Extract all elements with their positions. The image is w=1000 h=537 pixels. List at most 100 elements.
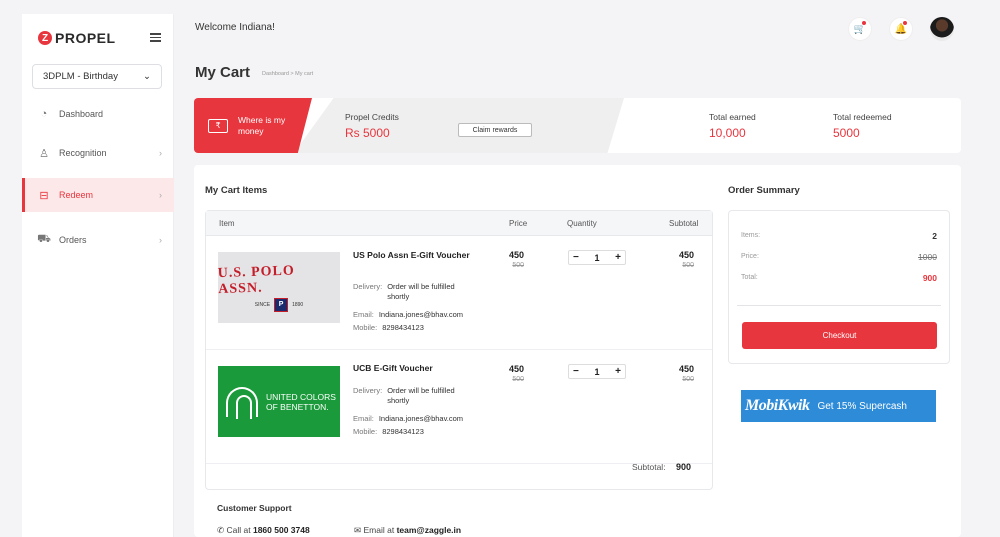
summary-price-label: Price: bbox=[741, 253, 759, 260]
phone-icon: ✆ bbox=[217, 525, 225, 535]
delivery-info: Delivery: Order will be fulfilled shortl… bbox=[353, 386, 467, 406]
order-summary-title: Order Summary bbox=[728, 185, 800, 196]
promo-text: Get 15% Supercash bbox=[817, 400, 907, 412]
email-value: Indiana.jones@bhav.com bbox=[378, 414, 464, 423]
total-redeemed-value: 5000 bbox=[833, 126, 860, 140]
propel-credits-label: Propel Credits bbox=[345, 112, 399, 122]
support-call[interactable]: ✆ Call at 1860 500 3748 bbox=[217, 525, 310, 536]
cart-items-title: My Cart Items bbox=[205, 185, 268, 196]
subtotal-value: 450 bbox=[678, 250, 694, 260]
total-earned-label: Total earned bbox=[709, 112, 756, 122]
customer-support-title: Customer Support bbox=[217, 503, 292, 513]
where-is-my-money-label: Where is my money bbox=[238, 114, 286, 136]
product-name[interactable]: US Polo Assn E-Gift Voucher bbox=[353, 250, 473, 261]
menu-collapse-icon[interactable] bbox=[150, 33, 161, 42]
checkout-button[interactable]: Checkout bbox=[742, 322, 937, 349]
email-info: Email: Indiana.jones@bhav.com bbox=[353, 414, 463, 423]
cart-table: Item Price Quantity Subtotal U.S. POLO A… bbox=[205, 210, 713, 490]
sidebar-item-label: Orders bbox=[59, 235, 87, 245]
page-title: My Cart bbox=[195, 64, 251, 81]
cart-panel: My Cart Items Order Summary Item Price Q… bbox=[194, 165, 961, 537]
original-price: 500 bbox=[512, 376, 524, 383]
subtotal-value: 450 bbox=[678, 364, 694, 374]
us-polo-since: SINCE bbox=[254, 301, 271, 308]
mobikwik-logo: MobiKwik bbox=[745, 397, 810, 414]
credits-bar: ₹ Where is my money Propel Credits Rs 50… bbox=[194, 98, 961, 153]
mobile-value: 8298434123 bbox=[382, 323, 424, 332]
decrement-button[interactable]: − bbox=[573, 366, 579, 377]
delivery-info: Delivery: Order will be fulfilled shortl… bbox=[353, 282, 467, 302]
us-polo-year: 1890 bbox=[292, 301, 304, 308]
breadcrumb[interactable]: Dashboard > My cart bbox=[262, 71, 313, 77]
money-icon: ₹ bbox=[208, 118, 228, 133]
order-summary: Items: 2 Price: 1000 Total: 900 Checkout bbox=[728, 210, 950, 364]
cart-button[interactable]: 🛒 bbox=[848, 17, 872, 41]
chevron-right-icon: › bbox=[159, 190, 162, 200]
us-polo-logo-text: U.S. POLO ASSN. bbox=[217, 262, 296, 297]
cart-subtotal-label: Subtotal: bbox=[632, 462, 666, 472]
where-is-my-money-button[interactable]: ₹ Where is my money bbox=[194, 98, 312, 153]
ucb-logo[interactable]: UNITED COLORS OF BENETTON. bbox=[218, 366, 340, 437]
chevron-right-icon: › bbox=[159, 235, 162, 245]
decrement-button[interactable]: − bbox=[573, 252, 579, 263]
recognition-icon: ♙ bbox=[39, 147, 49, 160]
sidebar-item-dashboard[interactable]: ◔ Dashboard bbox=[22, 97, 174, 131]
sidebar-item-orders[interactable]: ⛟ Orders › bbox=[22, 223, 174, 257]
product-name[interactable]: UCB E-Gift Voucher bbox=[353, 363, 473, 374]
mobile-label: Mobile: bbox=[353, 323, 378, 332]
mail-icon: ✉ bbox=[354, 525, 362, 535]
summary-items-value: 2 bbox=[932, 231, 937, 241]
mobikwik-promo-banner[interactable]: MobiKwik Get 15% Supercash bbox=[741, 390, 936, 422]
claim-rewards-button[interactable]: Claim rewards bbox=[458, 123, 532, 137]
table-header: Item Price Quantity Subtotal bbox=[206, 211, 712, 236]
email-label: Email: bbox=[353, 414, 374, 423]
subtotal-original: 500 bbox=[682, 376, 694, 383]
propel-logo[interactable]: Z PROPEL bbox=[38, 30, 116, 46]
email-prefix: Email at bbox=[363, 525, 395, 535]
program-selector[interactable]: 3DPLM - Birthday ⌄ bbox=[32, 64, 162, 89]
us-polo-logo-sub: SINCE P 1890 bbox=[254, 297, 304, 312]
mobile-label: Mobile: bbox=[353, 427, 378, 436]
sidebar-item-label: Dashboard bbox=[59, 109, 104, 119]
sidebar-item-redeem[interactable]: ⊟ Redeem › bbox=[22, 178, 174, 212]
support-email[interactable]: ✉ Email at team@zaggle.in bbox=[354, 525, 461, 536]
column-header-item: Item bbox=[219, 219, 235, 228]
zaggle-logo-icon: Z bbox=[38, 31, 52, 45]
price-value: 450 bbox=[508, 364, 524, 374]
email-info: Email: Indiana.jones@bhav.com bbox=[353, 310, 463, 319]
logo-text: PROPEL bbox=[55, 30, 116, 46]
ucb-logo-text: UNITED COLORS OF BENETTON. bbox=[266, 391, 336, 412]
table-row: UNITED COLORS OF BENETTON. UCB E-Gift Vo… bbox=[206, 351, 712, 464]
welcome-text: Welcome Indiana! bbox=[195, 22, 275, 33]
quantity-value: 1 bbox=[594, 252, 600, 263]
increment-button[interactable]: + bbox=[615, 252, 621, 263]
us-polo-logo[interactable]: U.S. POLO ASSN. SINCE P 1890 bbox=[217, 252, 340, 323]
sidebar: Z PROPEL 3DPLM - Birthday ⌄ ◔ Dashboard … bbox=[22, 14, 174, 537]
program-selector-value: 3DPLM - Birthday bbox=[43, 71, 118, 82]
call-prefix: Call at bbox=[226, 525, 251, 535]
cart-icon: ⛟ bbox=[37, 233, 51, 245]
chevron-down-icon: ⌄ bbox=[143, 71, 151, 82]
original-price: 500 bbox=[512, 262, 524, 269]
email-label: Email: bbox=[353, 310, 374, 319]
propel-credits-value: Rs 5000 bbox=[345, 126, 390, 140]
avatar[interactable] bbox=[930, 17, 954, 41]
sidebar-item-recognition[interactable]: ♙ Recognition › bbox=[22, 136, 174, 170]
table-row: U.S. POLO ASSN. SINCE P 1890 US Polo Ass… bbox=[206, 237, 712, 350]
price-value: 450 bbox=[508, 250, 524, 260]
sidebar-item-label: Redeem bbox=[59, 190, 94, 200]
support-email-address: team@zaggle.in bbox=[396, 525, 462, 535]
column-header-subtotal: Subtotal bbox=[669, 219, 699, 228]
dashboard-icon: ◔ bbox=[40, 108, 48, 120]
cart-subtotal-value: 900 bbox=[676, 462, 692, 472]
notification-button[interactable]: 🔔 bbox=[889, 17, 913, 41]
shield-icon: P bbox=[274, 297, 289, 312]
mobile-info: Mobile: 8298434123 bbox=[353, 323, 424, 332]
delivery-value: Order will be fulfilled shortly bbox=[387, 282, 455, 301]
email-value: Indiana.jones@bhav.com bbox=[378, 310, 464, 319]
summary-total-label: Total: bbox=[741, 274, 758, 281]
quantity-stepper: − 1 + bbox=[568, 250, 626, 265]
summary-price-value: 1000 bbox=[918, 252, 937, 262]
increment-button[interactable]: + bbox=[615, 366, 621, 377]
quantity-stepper: − 1 + bbox=[568, 364, 626, 379]
